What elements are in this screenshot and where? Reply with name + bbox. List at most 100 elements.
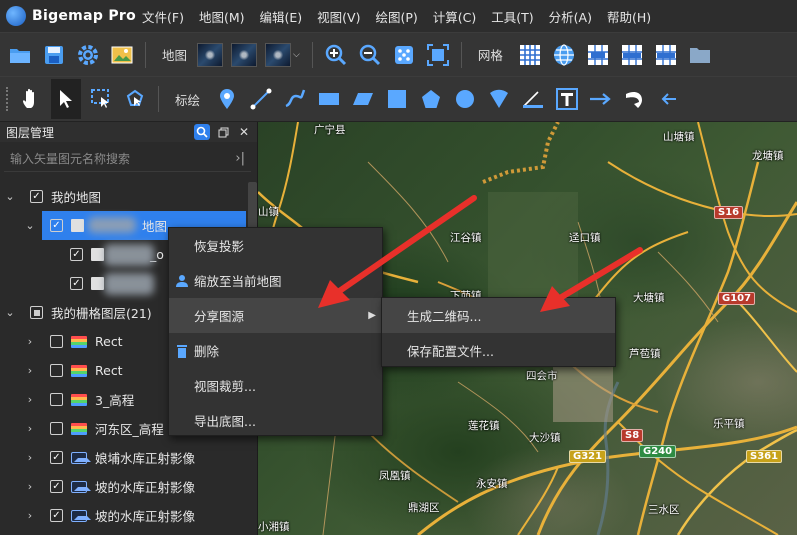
place-label: 山镇 — [258, 206, 279, 218]
menu-item-restore-projection[interactable]: 恢复投影 — [169, 228, 382, 263]
chevron-right-icon[interactable]: › — [24, 393, 36, 406]
undo-button[interactable] — [655, 85, 683, 113]
place-label: 龙塘镇 — [752, 150, 784, 162]
collapse-panel-icon[interactable]: ›| — [235, 151, 245, 166]
open-folder-button[interactable] — [6, 41, 34, 69]
area-select-button[interactable] — [87, 85, 115, 113]
layer-search-input[interactable] — [4, 151, 236, 166]
tree-node-my-map[interactable]: ⌄ ✓ 我的地图 — [0, 182, 248, 211]
restore-window-icon[interactable] — [215, 124, 231, 140]
curve-tool-button[interactable] — [281, 85, 309, 113]
chevron-down-icon[interactable]: ⌄ — [4, 306, 16, 319]
checkbox-child-1[interactable]: ✓ — [70, 248, 83, 261]
circle-tool-button[interactable] — [451, 85, 479, 113]
measure-tool-button[interactable] — [519, 85, 547, 113]
menu-item-generate-qrcode[interactable]: 生成二维码... — [382, 298, 615, 333]
gear-icon — [78, 44, 98, 65]
chevron-right-icon[interactable]: › — [24, 451, 36, 464]
picture-icon — [111, 46, 133, 63]
tree-label-raster-layer: 坡的水库正射影像 — [95, 509, 196, 524]
checkbox-raster-group[interactable] — [30, 306, 43, 319]
menu-item-save-config[interactable]: 保存配置文件... — [382, 333, 615, 368]
full-extent-button[interactable] — [390, 41, 418, 69]
chevron-down-icon[interactable]: ⌄ — [4, 190, 16, 203]
grid-button[interactable] — [516, 41, 544, 69]
select-button[interactable] — [51, 79, 81, 119]
checkbox-raster-layer[interactable] — [50, 364, 63, 377]
tree-node-raster-layer[interactable]: › ✓ 娘埔水库正射影像 — [0, 443, 248, 472]
map-source-thumb-3[interactable] — [265, 42, 292, 67]
checkbox-selected-map[interactable]: ✓ — [50, 219, 63, 232]
parallelogram-tool-button[interactable] — [349, 85, 377, 113]
tree-node-raster-layer[interactable]: › ✓ 坡的水库正射影像 — [0, 472, 248, 501]
fit-view-button[interactable] — [424, 41, 452, 69]
circle-icon — [456, 90, 475, 108]
place-label: 山塘镇 — [663, 131, 695, 143]
folder-icon — [10, 48, 30, 63]
chevron-down-icon[interactable]: ⌄ — [24, 219, 36, 232]
search-icon[interactable] — [194, 124, 210, 140]
menu-calculate[interactable]: 计算(C) — [433, 7, 476, 26]
chevron-right-icon[interactable]: › — [24, 335, 36, 348]
settings-button[interactable] — [74, 41, 102, 69]
checkbox-my-map[interactable]: ✓ — [30, 190, 43, 203]
marker-tool-button[interactable] — [213, 85, 241, 113]
tree-label-my-map: 我的地图 — [51, 190, 102, 205]
sector-tool-button[interactable] — [485, 85, 513, 113]
zoom-in-button[interactable] — [322, 41, 350, 69]
pan-button[interactable] — [17, 85, 45, 113]
wgs-grid-button[interactable] — [652, 41, 680, 69]
arrow-tool-button[interactable] — [587, 85, 615, 113]
line-tool-button[interactable] — [247, 85, 275, 113]
km-grid-button[interactable] — [584, 41, 612, 69]
chevron-right-icon[interactable]: › — [24, 509, 36, 522]
pentagon-tool-button[interactable] — [417, 85, 445, 113]
save-button[interactable] — [40, 41, 68, 69]
zoom-out-icon — [359, 44, 380, 65]
menu-item-export-basemap[interactable]: 导出底图... — [169, 403, 382, 438]
menu-file[interactable]: 文件(F) — [142, 7, 184, 26]
map-source-thumb-2[interactable] — [231, 42, 258, 67]
chevron-down-icon[interactable]: ⌵ — [293, 50, 300, 60]
menu-item-share-source[interactable]: 分享图源 ▶ — [169, 298, 382, 333]
chevron-right-icon[interactable]: › — [24, 422, 36, 435]
menu-view[interactable]: 视图(V) — [317, 7, 360, 26]
menu-item-view-clip[interactable]: 视图裁剪... — [169, 368, 382, 403]
menu-analysis[interactable]: 分析(A) — [549, 7, 592, 26]
layer-context-menu: 恢复投影 缩放至当前地图 分享图源 ▶ 删除 视图裁剪... 导出底图... — [168, 227, 383, 436]
menu-draw[interactable]: 绘图(P) — [375, 7, 417, 26]
grid-icon — [519, 44, 540, 65]
menu-item-zoom-to-map[interactable]: 缩放至当前地图 — [169, 263, 382, 298]
latlng-grid-button[interactable] — [550, 41, 578, 69]
square-tool-button[interactable] — [383, 85, 411, 113]
place-label: 凤凰镇 — [379, 470, 411, 482]
checkbox-raster-layer[interactable] — [50, 335, 63, 348]
checkbox-child-2[interactable]: ✓ — [70, 277, 83, 290]
tree-node-raster-layer[interactable]: › ✓ 坡的水库正射影像 — [0, 501, 248, 530]
menu-item-delete[interactable]: 删除 — [169, 333, 382, 368]
menu-tools[interactable]: 工具(T) — [491, 7, 533, 26]
grid-folder-button[interactable] — [686, 41, 714, 69]
checkbox-raster-layer[interactable]: ✓ — [50, 451, 63, 464]
toolbar-grip[interactable] — [6, 87, 10, 111]
checkbox-raster-layer[interactable]: ✓ — [50, 509, 63, 522]
checkbox-raster-layer[interactable]: ✓ — [50, 480, 63, 493]
checkbox-raster-layer[interactable] — [50, 393, 63, 406]
image-layer-icon — [71, 480, 91, 493]
checkbox-raster-layer[interactable] — [50, 422, 63, 435]
close-icon[interactable]: ✕ — [236, 124, 252, 140]
map-source-thumb-1[interactable] — [197, 42, 224, 67]
chevron-right-icon[interactable]: › — [24, 480, 36, 493]
utm-grid-button[interactable] — [618, 41, 646, 69]
raster-layer-icon — [71, 335, 87, 348]
feature-select-button[interactable] — [121, 85, 149, 113]
menu-map[interactable]: 地图(M) — [199, 7, 245, 26]
rectangle-tool-button[interactable] — [315, 85, 343, 113]
chevron-right-icon[interactable]: › — [24, 364, 36, 377]
menu-edit[interactable]: 编辑(E) — [260, 7, 303, 26]
zoom-out-button[interactable] — [356, 41, 384, 69]
text-tool-button[interactable] — [553, 85, 581, 113]
menu-help[interactable]: 帮助(H) — [607, 7, 651, 26]
curved-arrow-tool-button[interactable] — [621, 85, 649, 113]
image-button[interactable] — [108, 41, 136, 69]
